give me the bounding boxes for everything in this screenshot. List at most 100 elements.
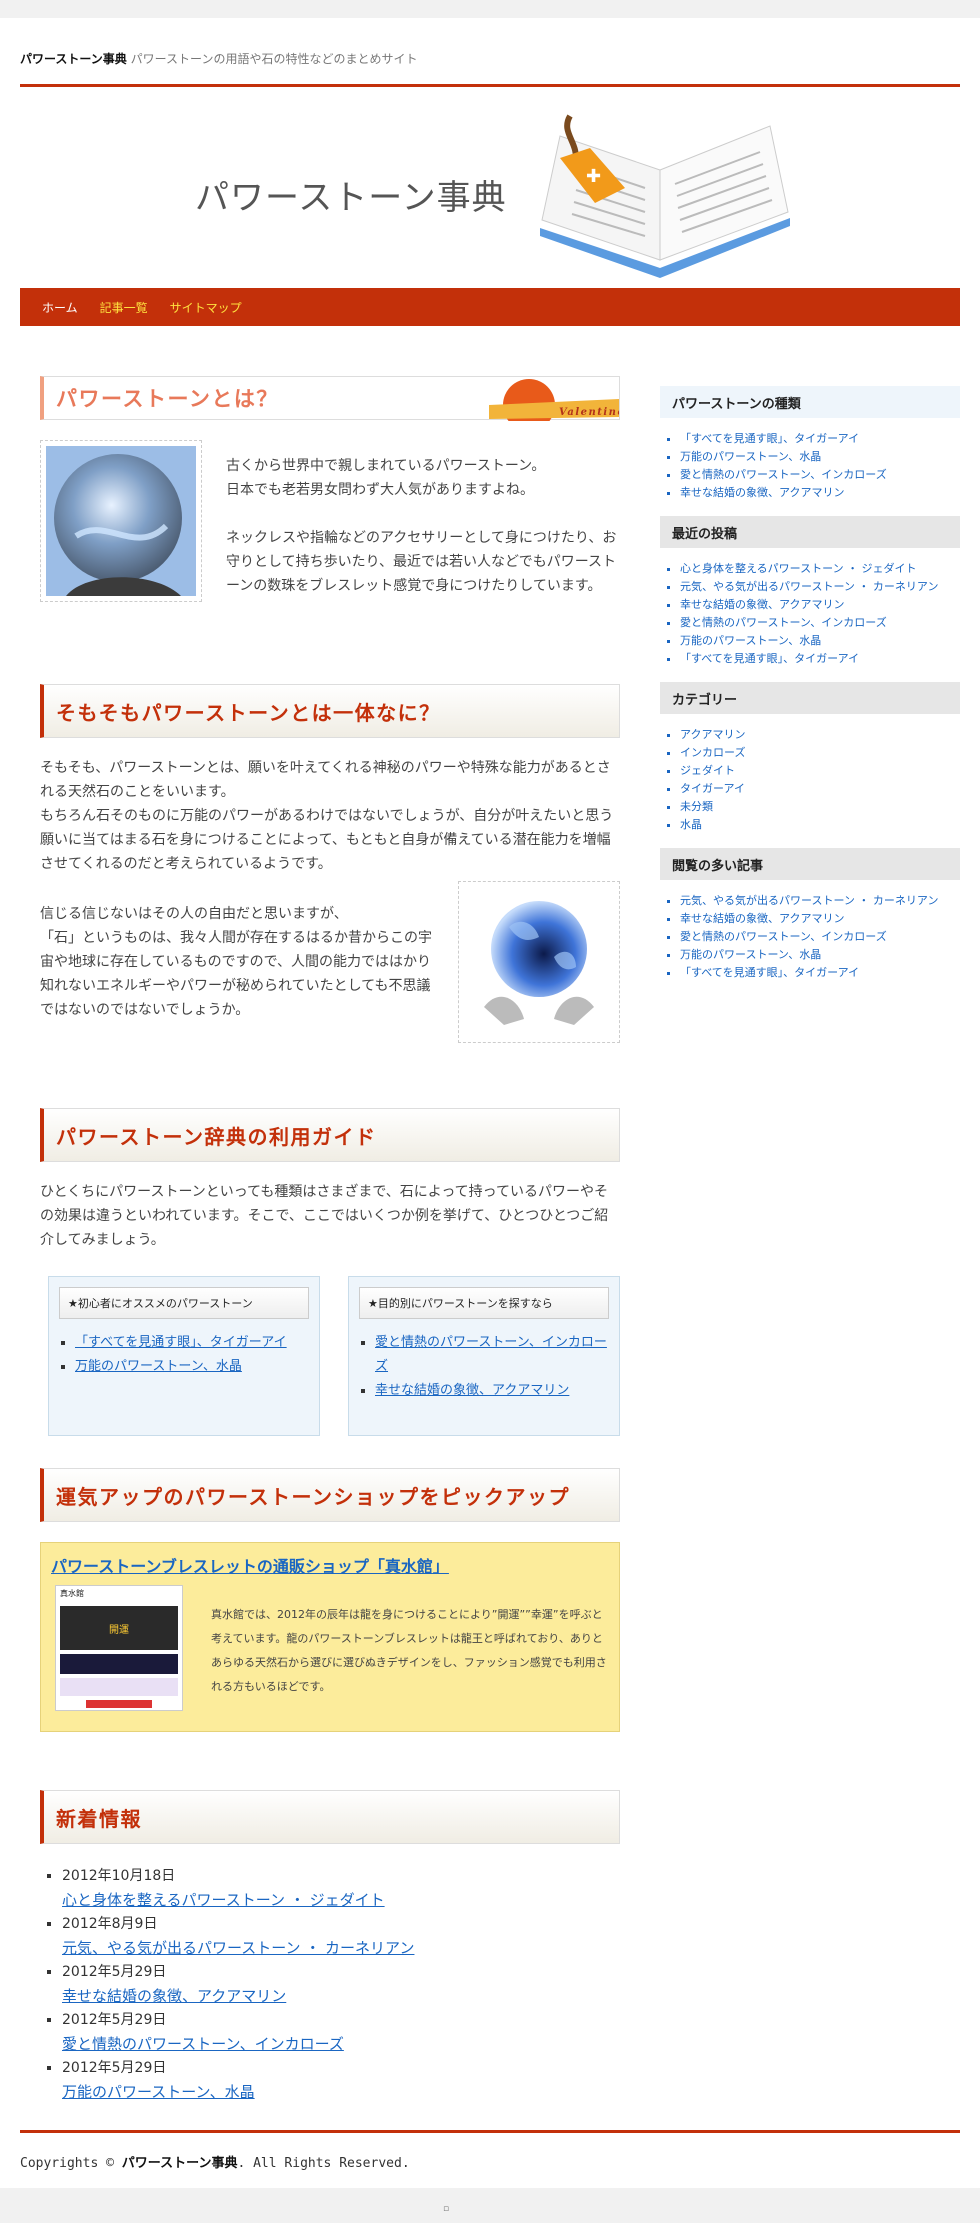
- nav-article-list[interactable]: 記事一覧: [100, 299, 148, 316]
- site-name[interactable]: パワーストーン事典: [20, 52, 127, 66]
- shop-heading-text: 運気アップのパワーストーンショップをピックアップ: [56, 1484, 570, 1509]
- shop-description: 真水館では、2012年の辰年は龍を身につけることにより”開運””幸運”を呼ぶと考…: [211, 1608, 607, 1693]
- sidebar-link[interactable]: 元気、やる気が出るパワーストーン ・ カーネリアン: [680, 894, 938, 907]
- sidebar-item: 未分類: [680, 798, 960, 816]
- page: パワーストーン事典 パワーストーンの用語や石の特性などのまとめサイト パワースト…: [0, 0, 980, 2223]
- list-item: 愛と情熱のパワーストーン、インカローズ: [375, 1331, 609, 1379]
- what-is-paragraph-2: 信じる信じないはその人の自由だと思いますが、 「石」というものは、我々人間が存在…: [40, 906, 432, 1018]
- news-date: 2012年8月9日: [62, 1916, 158, 1932]
- sidebar-item: 水晶: [680, 816, 960, 834]
- sidebar-link[interactable]: 「すべてを見通す眼」、タイガーアイ: [680, 652, 859, 665]
- intro-heading-text: パワーストーンとは？: [56, 387, 279, 411]
- intro-heading: パワーストーンとは？ Valentine: [40, 376, 620, 421]
- news-item: 2012年10月18日心と身体を整えるパワーストーン ・ ジェダイト: [62, 1864, 414, 1912]
- news-link[interactable]: 心と身体を整えるパワーストーン ・ ジェダイト: [62, 1888, 414, 1912]
- news-link[interactable]: 愛と情熱のパワーストーン、インカローズ: [62, 2032, 414, 2056]
- link-rhodochrosite[interactable]: 愛と情熱のパワーストーン、インカローズ: [375, 1335, 607, 1374]
- sidebar-item: 心と身体を整えるパワーストーン ・ ジェダイト: [680, 560, 960, 578]
- footer-suffix: . All Rights Reserved.: [237, 2156, 410, 2171]
- news-date: 2012年5月29日: [62, 2060, 167, 2076]
- sidebar-link[interactable]: 幸せな結婚の象徴、アクアマリン: [680, 486, 844, 499]
- link-crystal[interactable]: 万能のパワーストーン、水晶: [75, 1359, 242, 1374]
- site-banner[interactable]: パワーストーン事典 ✚: [20, 108, 960, 298]
- header-rule: [20, 84, 960, 87]
- svg-text:✚: ✚: [586, 166, 601, 187]
- what-is-heading: そもそもパワーストーンとは一体なに？: [40, 684, 620, 738]
- sidebar-item: 幸せな結婚の象徴、アクアマリン: [680, 484, 960, 502]
- sidebar-link[interactable]: 万能のパワーストーン、水晶: [680, 634, 821, 647]
- footer-site-name[interactable]: パワーストーン事典: [122, 2156, 238, 2171]
- sidebar-link[interactable]: 愛と情熱のパワーストーン、インカローズ: [680, 930, 887, 943]
- sidebar-link[interactable]: アクアマリン: [680, 728, 745, 741]
- beginner-links: 「すべてを見通す眼」、タイガーアイ 万能のパワーストーン、水晶: [59, 1331, 309, 1379]
- nav-sitemap[interactable]: サイトマップ: [170, 299, 242, 316]
- globe-hands-image: [464, 887, 614, 1037]
- news-item: 2012年8月9日元気、やる気が出るパワーストーン ・ カーネリアン: [62, 1912, 414, 1960]
- sidebar-link[interactable]: 万能のパワーストーン、水晶: [680, 450, 821, 463]
- sidebar-link[interactable]: ジェダイト: [680, 764, 735, 777]
- sidebar-item: アクアマリン: [680, 726, 960, 744]
- sidebar-item: タイガーアイ: [680, 780, 960, 798]
- link-aquamarine[interactable]: 幸せな結婚の象徴、アクアマリン: [375, 1383, 569, 1398]
- sidebar-item: 「すべてを見通す眼」、タイガーアイ: [680, 650, 960, 668]
- news-heading: 新着情報: [40, 1790, 620, 1844]
- sidebar-link[interactable]: 幸せな結婚の象徴、アクアマリン: [680, 912, 844, 925]
- valentine-ribbon-icon: Valentine: [489, 379, 619, 421]
- purpose-box-title: ★目的別にパワーストーンを探すなら: [359, 1287, 609, 1319]
- sidebar-link[interactable]: 万能のパワーストーン、水晶: [680, 948, 821, 961]
- intro-paragraph-1: 古くから世界中で親しまれているパワーストーン。 日本でも老若男女問わず大人気があ…: [226, 458, 546, 498]
- sidebar-item: 万能のパワーストーン、水晶: [680, 946, 960, 964]
- shop-shot-strip-3: [86, 1700, 152, 1708]
- sidebar-link[interactable]: 心と身体を整えるパワーストーン ・ ジェダイト: [680, 562, 917, 575]
- shop-shot-strip: [60, 1654, 178, 1674]
- sidebar: パワーストーンの種類 「すべてを見通す眼」、タイガーアイ 万能のパワーストーン、…: [660, 386, 960, 996]
- banner-title: パワーストーン事典: [195, 178, 507, 218]
- sidebar-item: 万能のパワーストーン、水晶: [680, 632, 960, 650]
- purpose-box: ★目的別にパワーストーンを探すなら 愛と情熱のパワーストーン、インカローズ 幸せ…: [348, 1276, 620, 1436]
- news-link[interactable]: 万能のパワーストーン、水晶: [62, 2080, 414, 2104]
- shop-screenshot[interactable]: 真水館 開運: [55, 1585, 183, 1711]
- sidebar-link[interactable]: 元気、やる気が出るパワーストーン ・ カーネリアン: [680, 580, 938, 593]
- news-item: 2012年5月29日幸せな結婚の象徴、アクアマリン: [62, 1960, 414, 2008]
- sidebar-item: 幸せな結婚の象徴、アクアマリン: [680, 910, 960, 928]
- sidebar-link[interactable]: 水晶: [680, 818, 702, 831]
- sidebar-link[interactable]: インカローズ: [680, 746, 745, 759]
- beginner-box-title: ★初心者にオススメのパワーストーン: [59, 1287, 309, 1319]
- sidebar-categories-list: アクアマリン インカローズ ジェダイト タイガーアイ 未分類 水晶: [660, 726, 960, 834]
- guide-heading-text: パワーストーン辞典の利用ガイド: [56, 1124, 377, 1149]
- footer-rule: [20, 2130, 960, 2133]
- sidebar-link[interactable]: 幸せな結婚の象徴、アクアマリン: [680, 598, 844, 611]
- sidebar-item: 元気、やる気が出るパワーストーン ・ カーネリアン: [680, 578, 960, 596]
- shop-shot-banner: 開運: [60, 1606, 178, 1650]
- shop-shot-logo: 真水館: [60, 1589, 84, 1598]
- news-date: 2012年5月29日: [62, 1964, 167, 1980]
- bottom-mark-icon: ▫: [443, 2204, 450, 2214]
- sidebar-popular-list: 元気、やる気が出るパワーストーン ・ カーネリアン 幸せな結婚の象徴、アクアマリ…: [660, 892, 960, 982]
- nav-home[interactable]: ホーム: [42, 299, 78, 316]
- site-tagline: パワーストーンの用語や石の特性などのまとめサイト: [130, 52, 418, 66]
- list-item: 万能のパワーストーン、水晶: [75, 1355, 309, 1379]
- sidebar-item: 愛と情熱のパワーストーン、インカローズ: [680, 614, 960, 632]
- sidebar-recent-heading: 最近の投稿: [660, 516, 960, 548]
- sidebar-link[interactable]: 未分類: [680, 800, 713, 813]
- content-wrapper: パワーストーン事典 パワーストーンの用語や石の特性などのまとめサイト パワースト…: [0, 18, 980, 2188]
- news-date: 2012年5月29日: [62, 2012, 167, 2028]
- sidebar-link[interactable]: 「すべてを見通す眼」、タイガーアイ: [680, 432, 859, 445]
- sidebar-item: インカローズ: [680, 744, 960, 762]
- sidebar-item: 愛と情熱のパワーストーン、インカローズ: [680, 466, 960, 484]
- sidebar-categories-heading: カテゴリー: [660, 682, 960, 714]
- crystal-ball-photo: [40, 440, 202, 602]
- sidebar-link[interactable]: 愛と情熱のパワーストーン、インカローズ: [680, 468, 887, 481]
- sidebar-link[interactable]: 「すべてを見通す眼」、タイガーアイ: [680, 966, 859, 979]
- sidebar-item: 「すべてを見通す眼」、タイガーアイ: [680, 430, 960, 448]
- guide-paragraph: ひとくちにパワーストーンといっても種類はさまざまで、石によって持っているパワーや…: [40, 1184, 609, 1248]
- news-link[interactable]: 幸せな結婚の象徴、アクアマリン: [62, 1984, 414, 2008]
- sidebar-link[interactable]: タイガーアイ: [680, 782, 745, 795]
- sidebar-types-list: 「すべてを見通す眼」、タイガーアイ 万能のパワーストーン、水晶 愛と情熱のパワー…: [660, 430, 960, 502]
- shop-title-link[interactable]: パワーストーンブレスレットの通販ショップ「真水館」: [51, 1553, 449, 1577]
- crystal-ball-image: [46, 446, 196, 596]
- sidebar-item: 幸せな結婚の象徴、アクアマリン: [680, 596, 960, 614]
- sidebar-link[interactable]: 愛と情熱のパワーストーン、インカローズ: [680, 616, 887, 629]
- news-link[interactable]: 元気、やる気が出るパワーストーン ・ カーネリアン: [62, 1936, 414, 1960]
- link-tigers-eye[interactable]: 「すべてを見通す眼」、タイガーアイ: [75, 1335, 287, 1350]
